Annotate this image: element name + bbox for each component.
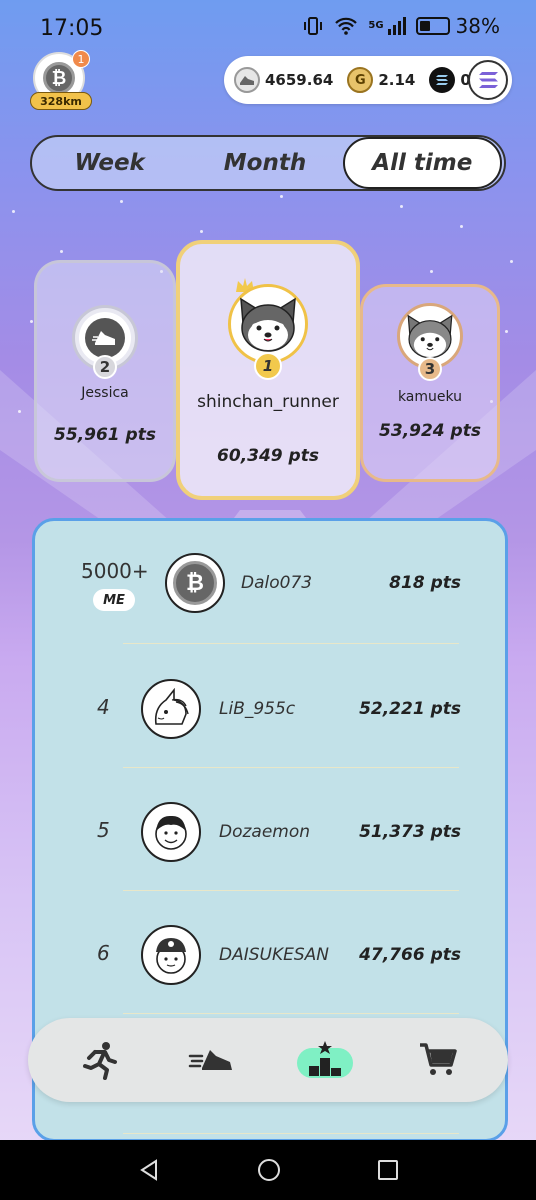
podium-second[interactable]: 2 Jessica 55,961 pts <box>34 260 176 482</box>
avatar <box>141 802 201 862</box>
podium-third[interactable]: 3 kamueku 53,924 pts <box>360 284 500 482</box>
row-username: LiB_955c <box>219 699 296 719</box>
divider <box>123 1133 459 1134</box>
battery-indicator: 38% <box>415 14 500 38</box>
gmt-balance: 4659.64 <box>234 67 333 93</box>
rank-badge-2: 2 <box>93 355 117 379</box>
network-type: 5G <box>368 20 384 31</box>
row-rank: 6 <box>97 941 110 965</box>
battery-icon <box>415 17 450 35</box>
podium-name-2: Jessica <box>81 385 129 401</box>
nav-leaderboard[interactable] <box>293 1032 357 1088</box>
bottom-nav <box>28 1018 508 1102</box>
gmt-balance-value: 4659.64 <box>265 71 334 89</box>
signal-icon <box>387 17 406 35</box>
my-points: 818 pts <box>389 573 461 593</box>
distance-pill: 328km <box>30 92 92 110</box>
row-rank: 4 <box>97 695 110 719</box>
status-icons: 5G 38% <box>302 14 500 38</box>
period-tabs: Week Month All time <box>30 135 506 191</box>
podium-name-1: shinchan_runner <box>197 392 339 412</box>
tab-week[interactable]: Week <box>32 137 187 189</box>
avatar <box>141 925 201 985</box>
row-rank: 5 <box>97 818 110 842</box>
bitcoin-icon: ₿ <box>173 561 217 605</box>
back-icon[interactable] <box>137 1158 161 1182</box>
divider <box>123 643 459 644</box>
podium-icon <box>296 1041 353 1078</box>
row-points: 51,373 pts <box>359 822 461 842</box>
podium-points-3: 53,924 pts <box>379 421 481 441</box>
table-row[interactable]: 4 LiB_955c 52,221 pts <box>35 645 505 767</box>
home-icon[interactable] <box>256 1157 282 1183</box>
wifi-icon <box>335 17 358 35</box>
system-nav-bar <box>0 1140 536 1200</box>
cart-icon <box>419 1043 457 1075</box>
smiling-face-icon <box>155 815 187 850</box>
nav-marketplace[interactable] <box>406 1032 470 1088</box>
notification-badge: 1 <box>72 50 90 68</box>
gmt-token-icon <box>234 67 260 93</box>
profile-button[interactable]: ₿ 1 328km <box>30 50 94 112</box>
solana-icon <box>479 72 498 88</box>
rank-badge-3: 3 <box>418 357 442 381</box>
gst-balance-value: 2.14 <box>378 71 416 89</box>
my-rank: 5000+ <box>81 559 149 583</box>
chain-switch-button[interactable] <box>468 60 508 100</box>
solana-token-icon <box>429 67 456 93</box>
nav-run[interactable] <box>67 1032 131 1088</box>
rank-badge-1: 1 <box>254 352 282 380</box>
shiba-dog-icon <box>240 297 296 352</box>
me-badge: ME <box>93 589 135 611</box>
nav-sneakers[interactable] <box>180 1032 244 1088</box>
avatar: ₿ <box>165 553 225 613</box>
podium-points-2: 55,961 pts <box>54 425 156 445</box>
shiba-dog-icon <box>407 314 453 359</box>
table-row[interactable]: 5 Dozaemon 51,373 pts <box>35 768 505 890</box>
row-username: DAISUKESAN <box>219 945 329 965</box>
podium-first[interactable]: 1 shinchan_runner 60,349 pts <box>176 240 360 500</box>
row-points: 47,766 pts <box>359 945 461 965</box>
my-rank-row[interactable]: 5000+ ME ₿ Dalo073 818 pts <box>35 521 505 643</box>
tab-month[interactable]: Month <box>187 137 342 189</box>
podium-points-1: 60,349 pts <box>217 446 319 466</box>
sol-balance: 0 <box>429 67 471 93</box>
battery-percent: 38% <box>455 14 500 38</box>
avatar <box>141 679 201 739</box>
unicorn-icon <box>154 688 189 725</box>
podium-name-3: kamueku <box>397 389 463 405</box>
sneaker-icon <box>188 1050 232 1070</box>
running-person-icon <box>82 1042 117 1080</box>
row-username: Dozaemon <box>219 822 311 842</box>
divider <box>123 1013 459 1014</box>
my-username: Dalo073 <box>241 573 313 593</box>
recents-icon[interactable] <box>377 1159 399 1181</box>
status-time: 17:05 <box>40 16 104 41</box>
bitcoin-icon: ₿ <box>43 62 75 94</box>
table-row[interactable]: 6 DAISUKESAN 47,766 pts <box>35 891 505 1013</box>
vibrate-icon <box>304 17 323 35</box>
sneaker-icon <box>92 331 115 345</box>
wallet-balance-bar[interactable]: 4659.64 G 2.14 0 <box>224 56 512 104</box>
tab-all-time[interactable]: All time <box>342 137 502 189</box>
row-points: 52,221 pts <box>359 699 461 719</box>
gst-balance: G 2.14 <box>347 67 415 93</box>
cap-boy-icon <box>156 938 186 974</box>
battery-fill <box>419 21 430 31</box>
gst-token-icon: G <box>347 67 374 93</box>
